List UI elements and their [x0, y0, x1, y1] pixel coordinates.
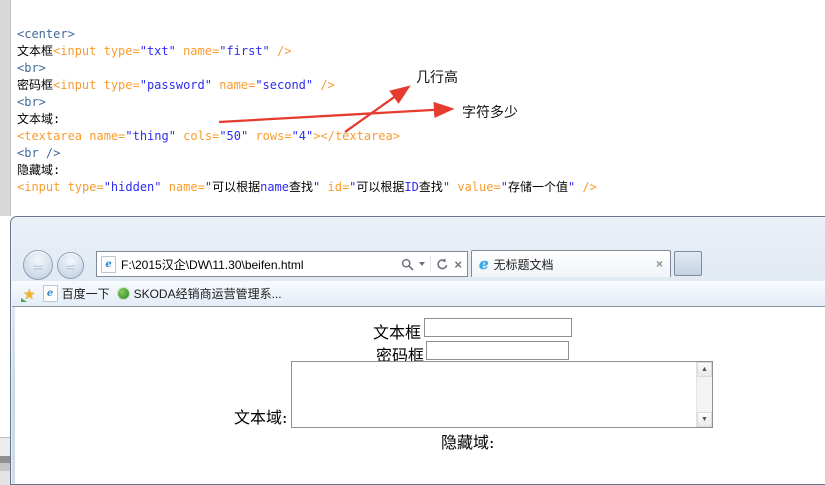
background-window-strip: [0, 456, 10, 463]
favorites-star-icon[interactable]: ★: [21, 287, 36, 302]
search-icon[interactable]: [401, 258, 415, 271]
code-token: 可以根据: [212, 180, 261, 194]
search-dropdown-icon[interactable]: [419, 262, 426, 266]
password-field[interactable]: [426, 341, 569, 360]
code-token: 密码框: [17, 78, 54, 92]
code-token: name=: [175, 44, 220, 58]
code-line: 密码框<input type="password" name="second" …: [17, 77, 597, 94]
code-token: />: [313, 78, 335, 92]
code-token: "50": [219, 129, 249, 143]
code-token: rows=: [248, 129, 292, 143]
code-token: 查找: [289, 180, 314, 194]
code-token: />: [575, 180, 597, 194]
code-token: name=: [161, 180, 205, 194]
code-token: "second": [255, 78, 314, 92]
favorite-item-baidu[interactable]: e 百度一下: [42, 285, 110, 302]
code-token: 存储一个值: [507, 180, 568, 194]
address-url[interactable]: F:\2015汉企\DW\11.30\beifen.html: [121, 256, 396, 273]
code-line: <center>: [17, 26, 597, 43]
code-token: ID: [404, 180, 419, 194]
editor-gutter: [0, 0, 11, 216]
code-line: <input type="hidden" name="可以根据name查找" i…: [17, 179, 597, 196]
background-window-strip: [0, 437, 10, 457]
code-token: "thing": [125, 129, 176, 143]
code-token: <center>: [17, 27, 75, 41]
forward-button[interactable]: →: [57, 252, 84, 279]
code-line: <br />: [17, 145, 597, 162]
back-button[interactable]: ←: [23, 250, 53, 280]
ie-logo-icon: e: [479, 254, 489, 273]
text-field[interactable]: [424, 318, 572, 337]
textarea-label: 文本域:: [234, 408, 288, 427]
code-token: ></textarea>: [313, 129, 400, 143]
ie-page-icon: e: [101, 255, 116, 273]
background-window-strip: [0, 463, 10, 471]
favorite-label: SKODA经销商运营管理系...: [133, 287, 282, 301]
browser-window: ← → e F:\2015汉企\DW\11.30\beifen.html × e…: [10, 216, 825, 485]
code-token: ": [500, 180, 508, 194]
code-token: <input type=: [53, 44, 140, 58]
code-token: <br />: [17, 146, 61, 160]
code-line: <textarea name="thing" cols="50" rows="4…: [17, 128, 597, 145]
tab-close-icon[interactable]: ×: [656, 257, 663, 271]
code-token: <input type=: [53, 78, 140, 92]
triangle-up-icon: ▲: [701, 366, 708, 373]
code-token: value=: [450, 180, 501, 194]
code-token: <br>: [17, 95, 46, 109]
code-token: name=: [211, 78, 256, 92]
new-tab-button[interactable]: [674, 251, 702, 276]
hidden-field-label: 隐藏域:: [441, 433, 495, 452]
code-token: ": [204, 180, 213, 194]
code-token: 文本域:: [17, 112, 61, 126]
annotation-rows-label: 几行高: [416, 70, 458, 86]
code-token: name: [260, 180, 290, 194]
code-token: "hidden": [103, 180, 162, 194]
screenshot-root: <center> 文本框<input type="txt" name="first…: [0, 0, 825, 485]
textarea-field[interactable]: ▲ ▼: [291, 361, 713, 428]
refresh-icon[interactable]: [436, 257, 449, 271]
code-token: <input type=: [17, 180, 104, 194]
scroll-up-button[interactable]: ▲: [697, 362, 712, 377]
textarea-scrollbar[interactable]: ▲ ▼: [696, 362, 712, 427]
back-arrow-icon: ←: [30, 256, 46, 274]
code-token: 可以根据: [356, 180, 405, 194]
code-token: />: [269, 44, 292, 58]
code-token: 查找: [418, 180, 443, 194]
favorites-bar: ★ e 百度一下 SKODA经销商运营管理系...: [12, 281, 825, 307]
code-token: "4": [291, 129, 314, 143]
code-token: "password": [139, 78, 212, 92]
divider: [430, 256, 432, 272]
forward-arrow-icon: →: [63, 257, 78, 274]
code-line: <br>: [17, 60, 597, 77]
browser-tab[interactable]: e 无标题文档 ×: [471, 250, 671, 277]
code-token: id=: [320, 180, 350, 194]
address-bar[interactable]: e F:\2015汉企\DW\11.30\beifen.html ×: [96, 251, 468, 277]
code-token: 文本框: [17, 44, 54, 58]
code-token: "txt": [139, 44, 176, 58]
stop-icon[interactable]: ×: [454, 258, 462, 271]
favorite-label: 百度一下: [61, 287, 110, 301]
code-token: cols=: [175, 129, 220, 143]
code-token: <textarea name=: [17, 129, 126, 143]
skoda-logo-icon: [116, 287, 130, 300]
favorite-item-skoda[interactable]: SKODA经销商运营管理系...: [116, 285, 282, 302]
navigation-bar: ← → e F:\2015汉企\DW\11.30\beifen.html × e…: [11, 249, 825, 281]
scroll-down-button[interactable]: ▼: [697, 412, 712, 427]
tab-title: 无标题文档: [493, 257, 554, 272]
address-bar-icons: ×: [401, 256, 462, 272]
triangle-down-icon: ▼: [701, 416, 708, 423]
text-field-label: 文本框: [373, 323, 422, 342]
code-line: 隐藏域:: [17, 162, 597, 179]
annotation-cols-label: 字符多少: [462, 105, 518, 121]
page-content: 文本框 密码框 文本域: ▲ ▼ 隐藏域:: [15, 307, 825, 484]
background-window-strip: [0, 471, 10, 485]
code-token: "first": [219, 44, 270, 58]
code-line: 文本框<input type="txt" name="first" />: [17, 43, 597, 60]
ie-page-icon: e: [42, 285, 58, 302]
code-token: 隐藏域:: [17, 163, 61, 177]
code-token: <br>: [17, 61, 46, 75]
